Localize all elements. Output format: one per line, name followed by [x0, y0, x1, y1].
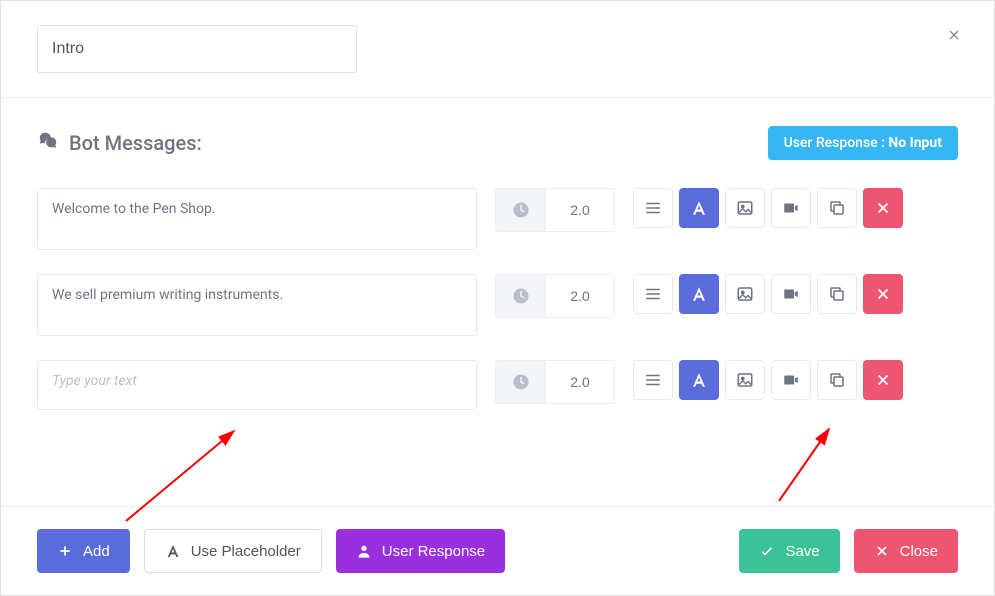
delay-group [495, 274, 615, 318]
clock-icon [495, 360, 545, 404]
user-response-badge[interactable]: User Response : No Input [768, 126, 958, 160]
footer-left: Add Use Placeholder User Response [37, 529, 505, 573]
section-header: Bot Messages: User Response : No Input [37, 126, 958, 160]
video-type-button[interactable] [771, 360, 811, 400]
delay-input[interactable] [545, 360, 615, 404]
section-title-text: Bot Messages: [69, 131, 202, 155]
close-button[interactable]: Close [854, 529, 958, 573]
row-actions [633, 188, 903, 250]
copy-button[interactable] [817, 360, 857, 400]
modal-footer: Add Use Placeholder User Response Save C… [1, 506, 994, 595]
save-button[interactable]: Save [739, 529, 839, 573]
user-response-label: User Response [382, 543, 485, 560]
image-type-button[interactable] [725, 188, 765, 228]
reorder-button[interactable] [633, 188, 673, 228]
text-type-button[interactable] [679, 274, 719, 314]
delay-group [495, 360, 615, 404]
delay-input[interactable] [545, 274, 615, 318]
clock-icon [495, 274, 545, 318]
message-input[interactable] [37, 274, 477, 336]
copy-button[interactable] [817, 274, 857, 314]
text-type-button[interactable] [679, 360, 719, 400]
row-actions [633, 274, 903, 336]
save-button-label: Save [785, 543, 819, 560]
delete-button[interactable] [863, 188, 903, 228]
delete-button[interactable] [863, 360, 903, 400]
message-input[interactable] [37, 360, 477, 410]
use-placeholder-button[interactable]: Use Placeholder [144, 529, 322, 573]
user-response-button[interactable]: User Response [336, 529, 505, 573]
message-row [37, 188, 958, 250]
image-type-button[interactable] [725, 360, 765, 400]
modal-header [1, 1, 994, 98]
response-badge-value: No Input [888, 135, 942, 151]
message-row [37, 274, 958, 336]
close-icon[interactable] [942, 23, 966, 47]
add-button-label: Add [83, 543, 110, 560]
reorder-button[interactable] [633, 274, 673, 314]
message-row [37, 360, 958, 410]
row-actions [633, 360, 903, 410]
section-title: Bot Messages: [37, 130, 202, 157]
modal: Bot Messages: User Response : No Input [0, 0, 995, 596]
close-button-label: Close [900, 543, 938, 560]
chat-icon [37, 130, 59, 157]
modal-body: Bot Messages: User Response : No Input [1, 98, 994, 506]
message-input[interactable] [37, 188, 477, 250]
text-type-button[interactable] [679, 188, 719, 228]
title-input[interactable] [37, 25, 357, 73]
message-rows [37, 188, 958, 410]
delay-group [495, 188, 615, 232]
response-badge-prefix: User Response : [784, 135, 889, 151]
copy-button[interactable] [817, 188, 857, 228]
delete-button[interactable] [863, 274, 903, 314]
video-type-button[interactable] [771, 188, 811, 228]
reorder-button[interactable] [633, 360, 673, 400]
delay-input[interactable] [545, 188, 615, 232]
clock-icon [495, 188, 545, 232]
use-placeholder-label: Use Placeholder [191, 543, 301, 560]
image-type-button[interactable] [725, 274, 765, 314]
footer-right: Save Close [739, 529, 958, 573]
add-button[interactable]: Add [37, 529, 130, 573]
video-type-button[interactable] [771, 274, 811, 314]
